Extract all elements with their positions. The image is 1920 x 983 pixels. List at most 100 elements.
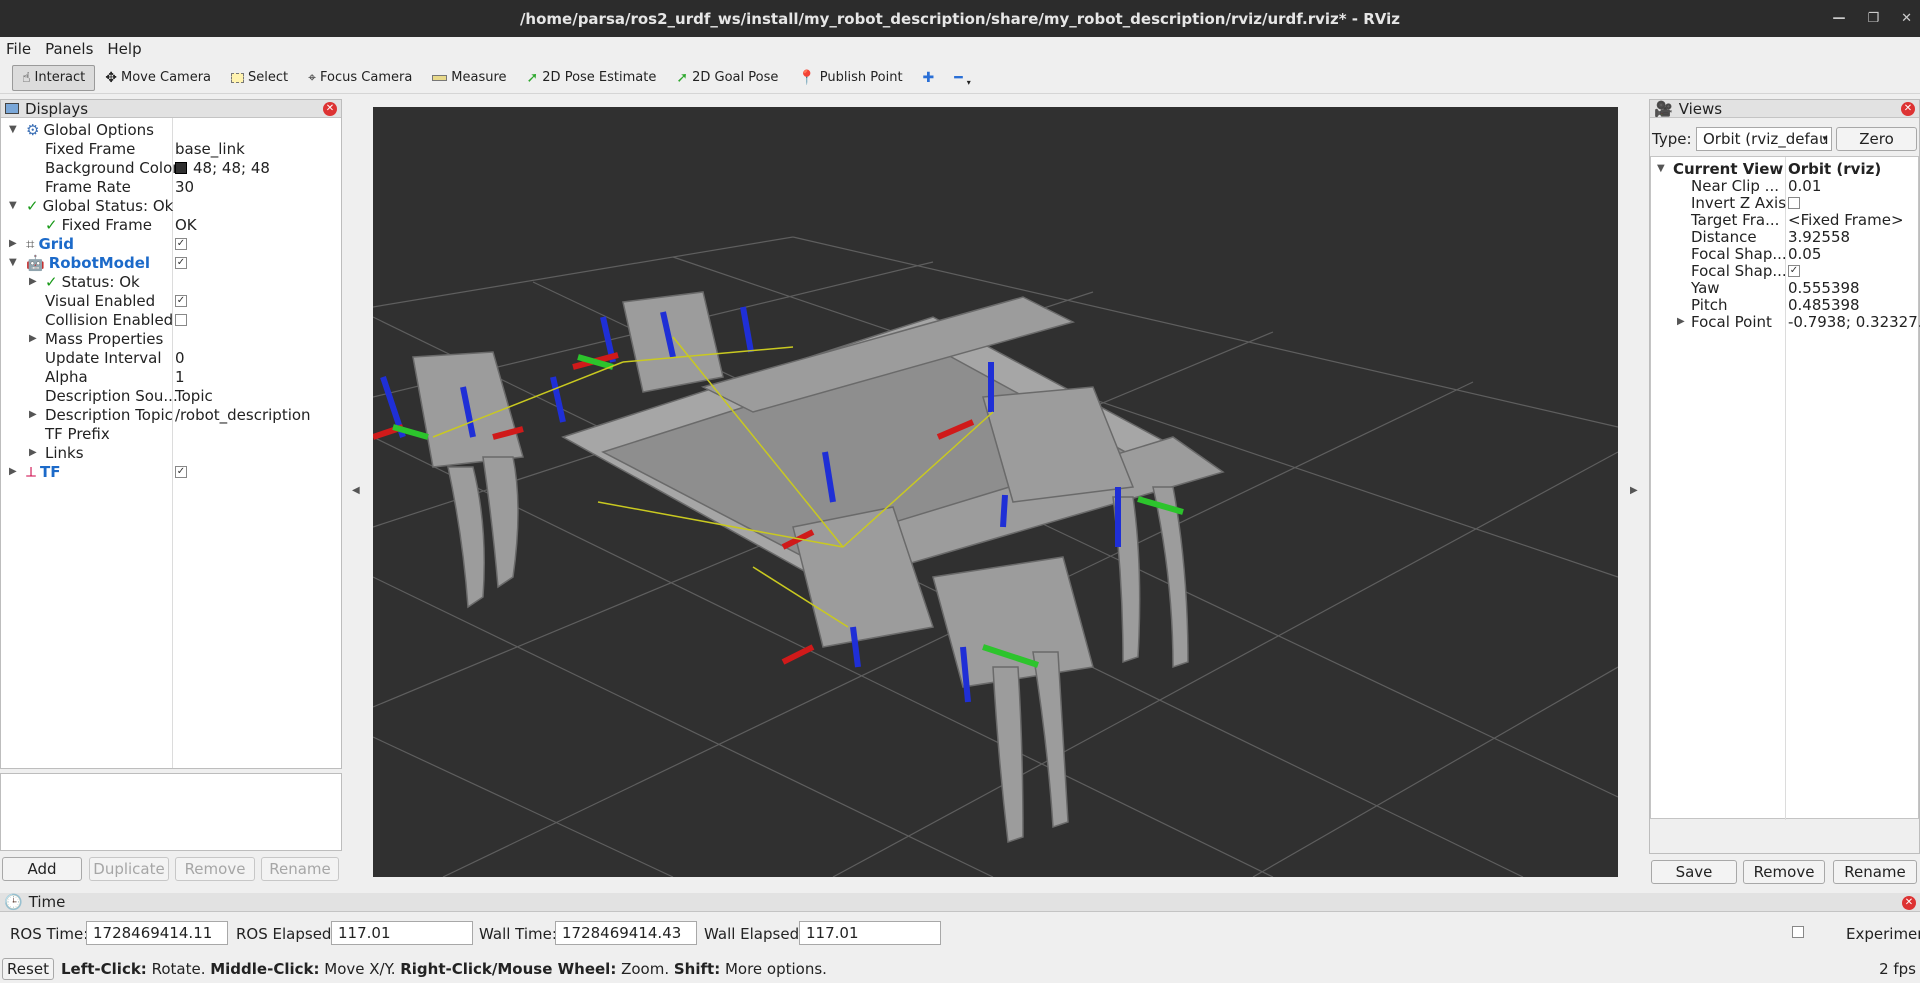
visual-enabled-checkbox[interactable]: ✓ <box>175 294 187 307</box>
check-icon: ✓ <box>26 196 39 215</box>
rename-view-button[interactable]: Rename <box>1833 860 1917 884</box>
menu-help[interactable]: Help <box>107 40 141 58</box>
wall-time-field[interactable]: 1728469414.43 <box>555 921 697 945</box>
publish-point-tool-button[interactable]: 📍 Publish Point <box>788 65 912 91</box>
color-swatch[interactable] <box>175 161 187 174</box>
add-display-button[interactable]: Add <box>2 857 82 881</box>
goal-pose-tool-button[interactable]: ➚ 2D Goal Pose <box>666 65 788 91</box>
remove-tool-button[interactable]: ━ ▾ <box>944 65 980 91</box>
view-type-select[interactable]: Orbit (rviz_defau ▾ <box>1696 127 1832 151</box>
close-window-icon[interactable]: ✕ <box>1901 11 1912 26</box>
expand-arrow-icon[interactable]: ▼ <box>1657 163 1665 174</box>
tree-row-update-interval[interactable]: Update Interval 0 <box>1 348 341 367</box>
collapse-arrow-icon[interactable]: ▶ <box>29 447 37 458</box>
grid-enabled-checkbox[interactable]: ✓ <box>175 237 187 250</box>
collision-enabled-checkbox[interactable] <box>175 313 187 326</box>
tree-row-description-source[interactable]: Description Sou... Topic <box>1 386 341 405</box>
ros-elapsed-field[interactable]: 117.01 <box>331 921 473 945</box>
experimental-checkbox[interactable] <box>1792 926 1804 938</box>
tree-row-fixed-frame[interactable]: Fixed Frame base_link <box>1 139 341 158</box>
collapse-arrow-icon[interactable]: ▶ <box>29 333 37 344</box>
menu-file[interactable]: File <box>6 40 31 58</box>
cursor-icon: ☝ <box>22 69 31 86</box>
tree-row-visual-enabled[interactable]: Visual Enabled ✓ <box>1 291 341 310</box>
remove-display-button[interactable]: Remove <box>175 857 255 881</box>
minus-icon: ━ <box>954 69 963 86</box>
save-view-button[interactable]: Save <box>1651 860 1737 884</box>
tree-row-grid[interactable]: ▶ ⌗ Grid ✓ <box>1 234 341 253</box>
clock-icon: 🕒 <box>4 893 23 911</box>
mouse-hint-text: Left-Click: Rotate. Middle-Click: Move X… <box>61 960 827 978</box>
tree-row-robot-model[interactable]: ▼ 🤖 RobotModel ✓ <box>1 253 341 272</box>
ros-time-field[interactable]: 1728469414.11 <box>86 921 228 945</box>
expand-arrow-icon[interactable]: ▼ <box>9 257 17 268</box>
minimize-icon[interactable]: — <box>1832 11 1845 26</box>
tree-row-status-fixed-frame[interactable]: ✓ Fixed Frame OK <box>1 215 341 234</box>
measure-tool-button[interactable]: Measure <box>422 65 516 91</box>
ruler-icon <box>432 74 448 81</box>
tree-row-mass-properties[interactable]: ▶ Mass Properties <box>1 329 341 348</box>
zero-view-button[interactable]: Zero <box>1836 127 1917 151</box>
camera-icon: 🎥 <box>1654 99 1673 118</box>
check-icon: ✓ <box>45 215 58 234</box>
collapse-left-arrow-icon[interactable]: ◀ <box>352 485 360 496</box>
views-title: Views <box>1678 99 1723 118</box>
collapse-arrow-icon[interactable]: ▶ <box>9 238 17 249</box>
tree-row-collision-enabled[interactable]: Collision Enabled <box>1 310 341 329</box>
maximize-icon[interactable]: ❐ <box>1867 11 1879 26</box>
focal-shape-fixed-checkbox[interactable]: ✓ <box>1788 264 1800 277</box>
select-tool-button[interactable]: Select <box>221 65 298 91</box>
close-views-icon[interactable]: ✕ <box>1901 102 1915 116</box>
collapse-arrow-icon[interactable]: ▶ <box>29 276 37 287</box>
rename-display-button[interactable]: Rename <box>261 857 339 881</box>
tree-row-description-topic[interactable]: ▶ Description Topic /robot_description <box>1 405 341 424</box>
expand-arrow-icon[interactable]: ▼ <box>9 124 17 135</box>
duplicate-display-button[interactable]: Duplicate <box>89 857 169 881</box>
tree-row-frame-rate[interactable]: Frame Rate 30 <box>1 177 341 196</box>
move-camera-tool-button[interactable]: ✥ Move Camera <box>95 65 221 91</box>
tree-row-global-options[interactable]: ▼ ⚙ Global Options <box>1 120 341 139</box>
displays-panel: Displays ✕ ▼ ⚙ Global Options Fixed Frame… <box>0 99 342 769</box>
collapse-arrow-icon[interactable]: ▶ <box>29 409 37 420</box>
tree-row-background-color[interactable]: Background Color 48; 48; 48 <box>1 158 341 177</box>
tree-row-links[interactable]: ▶ Links <box>1 443 341 462</box>
robot-icon: 🤖 <box>26 253 45 272</box>
time-panel: 🕒 Time ✕ ROS Time: 1728469414.11 ROS Ela… <box>0 893 1920 953</box>
axes-icon: ⟂ <box>26 462 37 481</box>
goal-arrow-icon: ➚ <box>676 69 689 86</box>
invert-z-checkbox[interactable] <box>1788 196 1800 209</box>
interact-tool-button[interactable]: ☝ Interact <box>12 64 96 91</box>
close-time-icon[interactable]: ✕ <box>1902 896 1916 910</box>
tree-row-status-ok[interactable]: ▶ ✓ Status: Ok <box>1 272 341 291</box>
viewport-scene <box>373 236 1618 877</box>
view-row-focal-point[interactable]: ▶ Focal Point -0.7938; 0.32327... <box>1651 312 1920 331</box>
remove-view-button[interactable]: Remove <box>1743 860 1825 884</box>
pose-arrow-icon: ➚ <box>526 69 539 86</box>
move-camera-icon: ✥ <box>105 69 117 86</box>
wall-elapsed-field[interactable]: 117.01 <box>799 921 941 945</box>
pose-estimate-tool-button[interactable]: ➚ 2D Pose Estimate <box>517 65 667 91</box>
plus-icon: ✚ <box>922 69 935 86</box>
collapse-right-arrow-icon[interactable]: ▶ <box>1630 485 1638 496</box>
add-tool-button[interactable]: ✚ <box>913 65 945 91</box>
tree-row-tf-prefix[interactable]: TF Prefix <box>1 424 341 443</box>
views-panel: 🎥 Views ✕ Type: Orbit (rviz_defau ▾ Zero… <box>1649 99 1920 854</box>
render-viewport[interactable] <box>373 107 1618 877</box>
tree-row-global-status[interactable]: ▼ ✓ Global Status: Ok <box>1 196 341 215</box>
close-displays-icon[interactable]: ✕ <box>323 102 337 116</box>
expand-arrow-icon[interactable]: ▼ <box>9 200 17 211</box>
tree-row-alpha[interactable]: Alpha 1 <box>1 367 341 386</box>
displays-title: Displays <box>25 99 89 118</box>
robot-model-enabled-checkbox[interactable]: ✓ <box>175 256 187 269</box>
focus-camera-tool-button[interactable]: ⌖ Focus Camera <box>298 65 422 91</box>
collapse-arrow-icon[interactable]: ▶ <box>9 466 17 477</box>
tf-enabled-checkbox[interactable]: ✓ <box>175 465 187 478</box>
tree-row-tf[interactable]: ▶ ⟂ TF ✓ <box>1 462 341 481</box>
reset-button[interactable]: Reset <box>2 958 54 980</box>
map-pin-icon: 📍 <box>798 69 816 86</box>
status-bar: Reset Left-Click: Rotate. Middle-Click: … <box>0 955 1920 983</box>
collapse-arrow-icon[interactable]: ▶ <box>1677 316 1685 327</box>
views-panel-header: 🎥 Views <box>1650 100 1919 118</box>
chevron-down-icon: ▾ <box>1822 134 1827 144</box>
menu-panels[interactable]: Panels <box>45 40 93 58</box>
